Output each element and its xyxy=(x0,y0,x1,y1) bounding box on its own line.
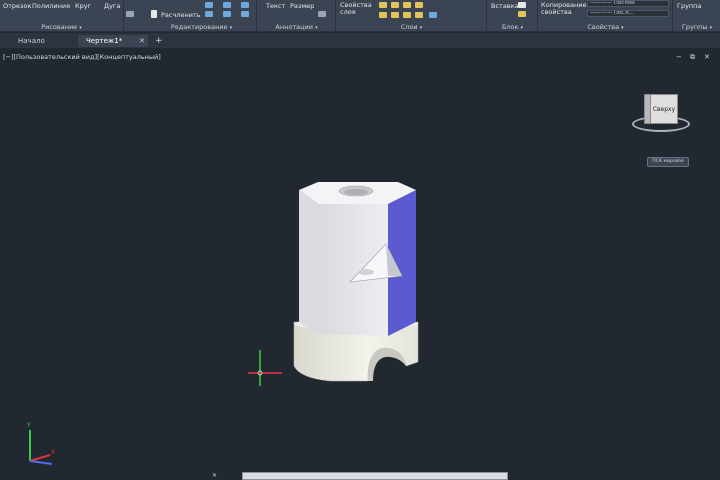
ucs-x-label: X xyxy=(51,449,55,456)
solid-model[interactable] xyxy=(293,182,419,382)
ucs-y-label: Y xyxy=(26,422,31,429)
model-prism-left-face[interactable] xyxy=(299,190,318,334)
ucs-icon: Y X xyxy=(26,422,55,465)
model-cut-hole xyxy=(358,269,374,275)
command-line-close-icon[interactable]: ✕ xyxy=(212,472,217,479)
ucs-cursor xyxy=(248,350,282,386)
model-top-hole-inner xyxy=(344,189,368,195)
model-canvas: Y X xyxy=(26,182,419,465)
command-line-input[interactable] xyxy=(242,472,508,480)
